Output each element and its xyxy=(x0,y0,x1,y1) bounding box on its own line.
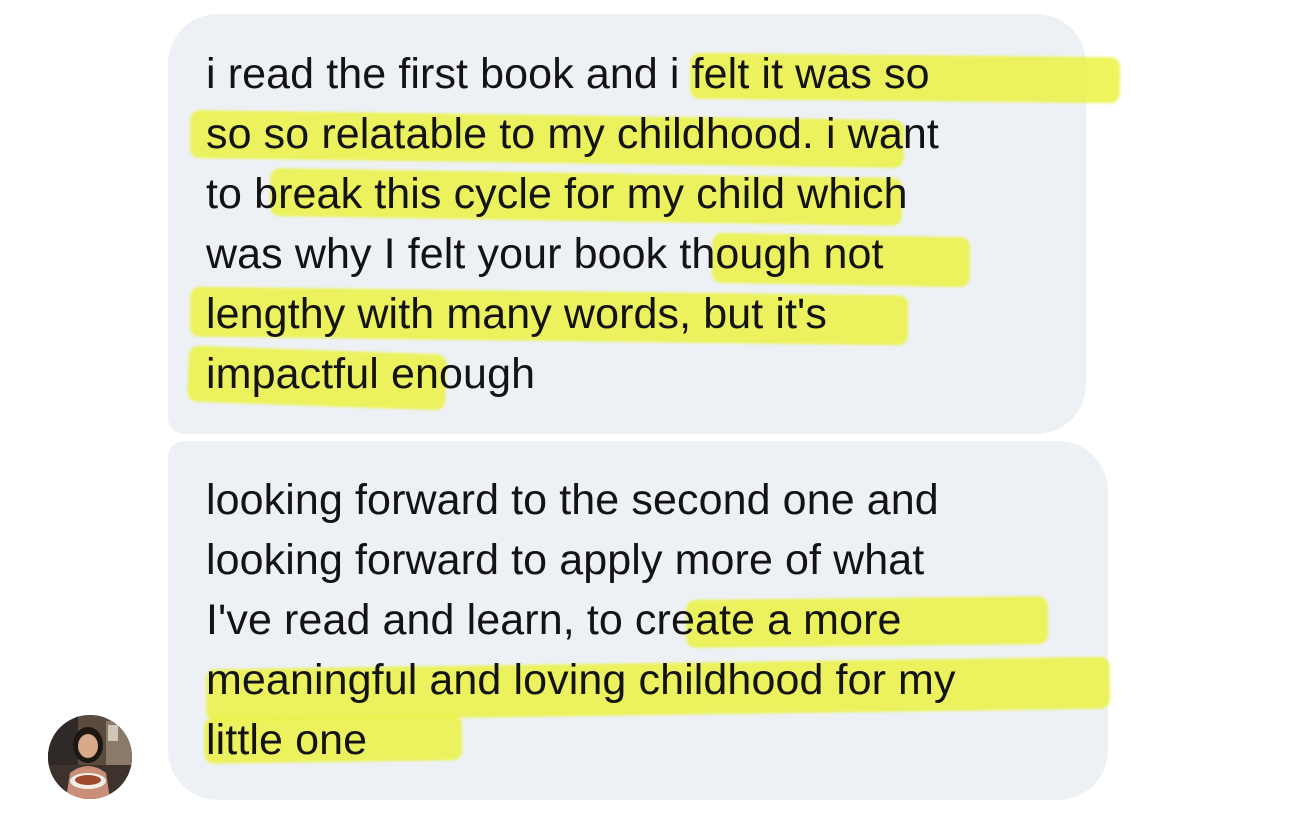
avatar-photo-icon xyxy=(48,715,132,799)
message-1-line-5: lengthy with many words, but it's xyxy=(206,290,827,338)
message-2-line-3: I've read and learn, to create a more xyxy=(206,596,902,644)
message-1-line-2: so so relatable to my childhood. i want xyxy=(206,110,939,158)
message-2-line-4: meaningful and loving childhood for my xyxy=(206,656,956,704)
message-1-line-3: to break this cycle for my child which xyxy=(206,170,908,218)
message-1-line-1: i read the first book and i felt it was … xyxy=(206,50,930,98)
message-2-line-2: looking forward to apply more of what xyxy=(206,536,925,584)
message-1-line-4: was why I felt your book though not xyxy=(206,230,884,278)
sender-avatar[interactable] xyxy=(48,715,132,799)
message-2-line-5: little one xyxy=(206,716,368,764)
message-2-line-1: looking forward to the second one and xyxy=(206,476,939,524)
message-1-line-6: impactful enough xyxy=(206,350,536,398)
